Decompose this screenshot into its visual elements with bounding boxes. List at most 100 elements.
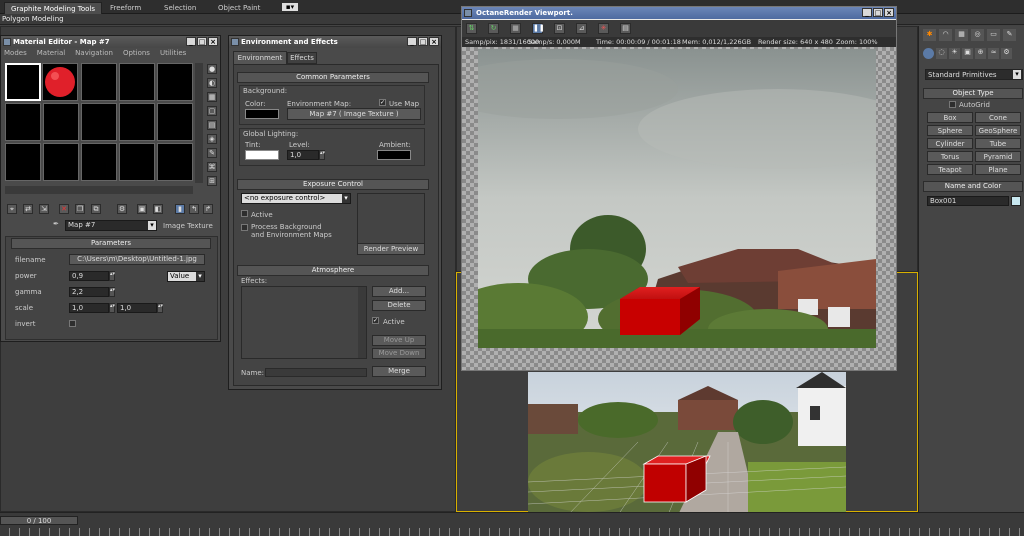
teapot-button[interactable]: Teapot xyxy=(927,164,973,175)
common-parameters-rollout[interactable]: Common Parameters xyxy=(237,72,429,83)
put-to-scene-icon[interactable]: ⇄ xyxy=(23,204,33,214)
menu-modes[interactable]: Modes xyxy=(4,48,27,58)
object-type-rollout[interactable]: Object Type xyxy=(923,88,1023,99)
effect-name-field[interactable] xyxy=(265,368,367,377)
environment-map-button[interactable]: Map #7 ( Image Texture ) xyxy=(287,108,421,120)
utilities-tab-icon[interactable]: ✎ xyxy=(1003,29,1016,41)
tab-freeform[interactable]: Freeform xyxy=(110,2,141,14)
material-editor-titlebar[interactable]: Material Editor - Map #7 _ □ × xyxy=(1,36,220,48)
use-map-checkbox[interactable]: ✓ xyxy=(379,99,386,106)
sample-slot[interactable] xyxy=(157,103,193,141)
gamma-input[interactable]: 2,2 xyxy=(69,287,109,297)
parameters-rollout[interactable]: Parameters xyxy=(11,238,211,249)
maximize-button[interactable]: □ xyxy=(873,8,883,17)
filename-button[interactable]: C:\Users\m\Desktop\Untitled-1.jpg xyxy=(69,254,205,265)
maximize-button[interactable]: □ xyxy=(197,37,207,46)
sample-slot[interactable] xyxy=(81,143,117,181)
menu-options[interactable]: Options xyxy=(123,48,150,58)
name-color-rollout[interactable]: Name and Color xyxy=(923,181,1023,192)
geosphere-button[interactable]: GeoSphere xyxy=(975,125,1021,136)
assign-to-selection-icon[interactable]: ⇲ xyxy=(39,204,49,214)
material-map-navigator-icon[interactable]: ⊞ xyxy=(207,176,217,186)
pick-material-eyedropper-icon[interactable]: ✒ xyxy=(53,220,63,230)
plane-button[interactable]: Plane xyxy=(975,164,1021,175)
go-forward-sibling-icon[interactable]: ↱ xyxy=(203,204,213,214)
octane-titlebar[interactable]: OctaneRender Viewport. _ □ × xyxy=(462,7,896,19)
backlight-icon[interactable]: ◐ xyxy=(207,78,217,88)
region-render-icon[interactable]: ⊿ xyxy=(576,23,587,34)
sample-slot[interactable] xyxy=(157,143,193,181)
material-id-channel-icon[interactable]: ▣ xyxy=(137,204,147,214)
autogrid-checkbox[interactable] xyxy=(949,101,956,108)
sample-slot[interactable] xyxy=(5,143,41,181)
lock-render-icon[interactable]: ⊡ xyxy=(554,23,565,34)
modify-tab-icon[interactable]: ◠ xyxy=(939,29,952,41)
tab-environment[interactable]: Environment xyxy=(233,51,287,64)
object-color-swatch[interactable] xyxy=(1011,196,1021,206)
add-effect-button[interactable]: Add... xyxy=(372,286,426,297)
ambient-color-swatch[interactable] xyxy=(377,150,411,160)
show-end-result-icon[interactable]: ▮ xyxy=(175,204,185,214)
show-shaded-icon[interactable]: ◧ xyxy=(153,204,163,214)
cameras-icon[interactable]: ▣ xyxy=(962,48,973,59)
track-bar[interactable] xyxy=(0,528,1024,536)
process-background-checkbox[interactable] xyxy=(241,224,248,231)
env-effects-titlebar[interactable]: Environment and Effects _ □ × xyxy=(229,36,441,48)
delete-effect-button[interactable]: Delete xyxy=(372,300,426,311)
sample-slot[interactable] xyxy=(5,103,41,141)
render-canvas[interactable] xyxy=(462,47,896,370)
scale-v-spinner[interactable]: ▴▾ xyxy=(157,303,163,313)
sample-slot[interactable] xyxy=(5,63,41,101)
maximize-button[interactable]: □ xyxy=(418,37,428,46)
move-up-button[interactable]: Move Up xyxy=(372,335,426,346)
tab-selection[interactable]: Selection xyxy=(164,2,196,14)
exposure-active-checkbox[interactable] xyxy=(241,210,248,217)
category-dropdown[interactable]: Standard Primitives ▾ xyxy=(925,69,1023,80)
sample-slot-active-map[interactable] xyxy=(42,63,78,101)
make-preview-icon[interactable]: ◈ xyxy=(207,134,217,144)
stop-render-icon[interactable]: ■ xyxy=(510,23,521,34)
effect-active-checkbox[interactable]: ✓ xyxy=(372,317,379,324)
power-mode-dropdown[interactable]: Value ▾ xyxy=(167,271,205,282)
move-down-button[interactable]: Move Down xyxy=(372,348,426,359)
get-material-icon[interactable]: ⌖ xyxy=(7,204,17,214)
reset-map-icon[interactable]: ✕ xyxy=(59,204,69,214)
pyramid-button[interactable]: Pyramid xyxy=(975,151,1021,162)
menu-material[interactable]: Material xyxy=(37,48,65,58)
slots-horizontal-scrollbar[interactable] xyxy=(5,186,193,194)
geometry-icon[interactable] xyxy=(923,48,934,59)
object-name-field[interactable]: Box001 xyxy=(927,196,1009,206)
gamma-spinner[interactable]: ▴▾ xyxy=(109,287,115,297)
sample-uv-tiling-icon[interactable]: ▢ xyxy=(207,106,217,116)
create-tab-icon[interactable]: ✱ xyxy=(923,29,936,41)
sample-slot[interactable] xyxy=(81,103,117,141)
spacewarps-icon[interactable]: ≈ xyxy=(988,48,999,59)
cylinder-button[interactable]: Cylinder xyxy=(927,138,973,149)
video-color-check-icon[interactable]: ▤ xyxy=(207,120,217,130)
minimize-button[interactable]: _ xyxy=(862,8,872,17)
atmosphere-effects-list[interactable] xyxy=(241,286,367,359)
pause-render-icon[interactable]: ❚❚ xyxy=(532,23,545,34)
menu-utilities[interactable]: Utilities xyxy=(160,48,186,58)
tab-object-paint[interactable]: Object Paint xyxy=(218,2,260,14)
close-button[interactable]: × xyxy=(429,37,439,46)
scale-u-input[interactable]: 1,0 xyxy=(69,303,109,313)
exposure-control-rollout[interactable]: Exposure Control xyxy=(237,179,429,190)
focus-picker-icon[interactable]: ✳ xyxy=(598,23,609,34)
invert-checkbox[interactable] xyxy=(69,320,76,327)
tint-color-swatch[interactable] xyxy=(245,150,279,160)
slots-vertical-scrollbar[interactable] xyxy=(195,63,203,183)
sphere-button[interactable]: Sphere xyxy=(927,125,973,136)
make-copy-icon[interactable]: ❐ xyxy=(75,204,85,214)
sample-slot[interactable] xyxy=(119,103,155,141)
display-tab-icon[interactable]: ▭ xyxy=(987,29,1000,41)
torus-button[interactable]: Torus xyxy=(927,151,973,162)
box-button[interactable]: Box xyxy=(927,112,973,123)
go-to-parent-icon[interactable]: ↰ xyxy=(189,204,199,214)
motion-tab-icon[interactable]: ◎ xyxy=(971,29,984,41)
close-button[interactable]: × xyxy=(884,8,894,17)
restart-render-icon[interactable]: ↻ xyxy=(488,23,499,34)
tab-graphite-modeling-tools[interactable]: Graphite Modeling Tools xyxy=(4,2,103,14)
hierarchy-tab-icon[interactable]: ▦ xyxy=(955,29,968,41)
sample-slot[interactable] xyxy=(119,143,155,181)
